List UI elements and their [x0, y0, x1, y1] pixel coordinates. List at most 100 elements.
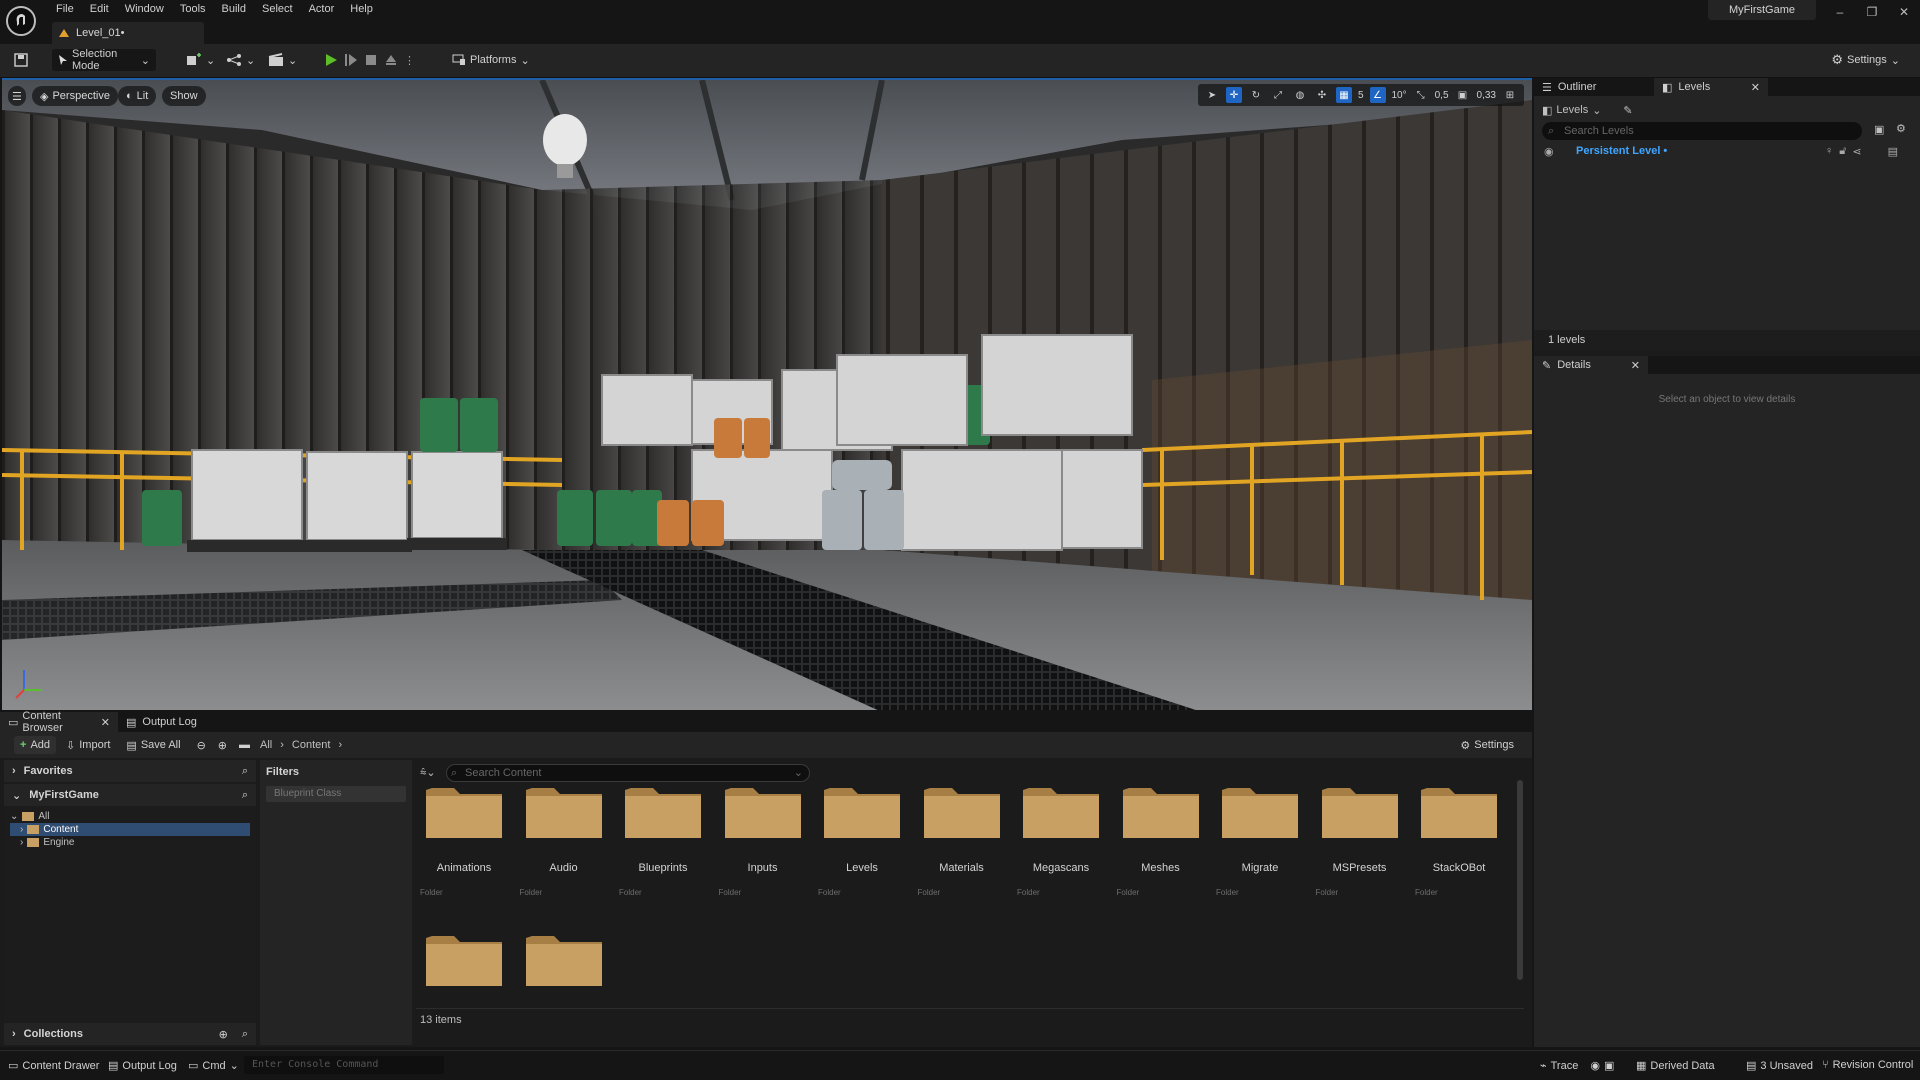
scrollbar[interactable]	[1517, 780, 1523, 980]
blueprint-button[interactable]: ⌄	[220, 49, 261, 71]
breadcrumb-all[interactable]: All	[260, 739, 272, 751]
tab-details[interactable]: ✎ Details ✕	[1534, 356, 1648, 374]
tree-item-engine[interactable]: › Engine	[10, 836, 256, 849]
folder-tile[interactable]: Audio Folder	[520, 782, 604, 902]
menu-actor[interactable]: Actor	[301, 0, 343, 18]
settings-button[interactable]: ⚙ Settings ⌄	[1825, 49, 1906, 71]
folder-icon[interactable]: ▬	[233, 736, 256, 754]
tree-item-content[interactable]: › Content	[10, 823, 250, 836]
close-icon[interactable]: ✕	[101, 716, 110, 729]
folder-tile[interactable]: MSPresets Folder	[1316, 782, 1400, 902]
unsaved-button[interactable]: ▤ 3 Unsaved	[1746, 1059, 1813, 1073]
lit-button[interactable]: ◐ Lit	[118, 86, 157, 106]
lock-icon[interactable]: 🔓︎	[1839, 145, 1846, 158]
folder-tile[interactable]: Animations Folder	[420, 782, 504, 902]
minimize-button[interactable]: –	[1824, 0, 1856, 24]
level-viewport[interactable]: ☰ ◈ Perspective ◐ Lit Show ➤ ✛ ↻ ⤢ ◍ ✣ ▦…	[2, 78, 1532, 710]
close-icon[interactable]: ✕	[1631, 359, 1640, 372]
folder-tile[interactable]: Levels Folder	[818, 782, 902, 902]
cb-settings-button[interactable]: ⚙ Settings	[1454, 736, 1520, 754]
tree-item-all[interactable]: ⌄ All	[10, 810, 256, 823]
close-button[interactable]: ✕	[1888, 0, 1920, 24]
output-log-button[interactable]: ▤ Output Log	[108, 1059, 177, 1073]
unreal-logo-icon[interactable]	[6, 6, 36, 36]
folder-tile[interactable]: Migrate Folder	[1216, 782, 1300, 902]
world-space-icon[interactable]: ◍	[1292, 87, 1308, 103]
move-tool-icon[interactable]: ✛	[1225, 87, 1242, 103]
cinematics-button[interactable]: ⌄	[262, 49, 303, 71]
folder-tile[interactable]: Blueprints Folder	[619, 782, 703, 902]
eye-icon[interactable]: ◉	[1544, 145, 1564, 158]
save-icon[interactable]: ▤	[1888, 145, 1898, 158]
step-icon[interactable]	[344, 53, 358, 67]
chevron-down-icon[interactable]: ⌄	[794, 765, 803, 781]
level-tab[interactable]: Level_01•	[52, 22, 204, 44]
favorites-header[interactable]: › Favorites ⌕	[4, 760, 256, 782]
levels-dropdown[interactable]: ◧ Levels ⌄	[1542, 104, 1601, 117]
rotation-snap-value[interactable]: 10°	[1392, 87, 1407, 103]
project-header[interactable]: ⌄ MyFirstGame ⌕	[4, 784, 256, 806]
folder-tile[interactable]: Inputs Folder	[719, 782, 803, 902]
close-icon[interactable]: ✕	[1751, 81, 1760, 94]
show-button[interactable]: Show	[162, 86, 206, 106]
scale-snap-value[interactable]: 0,5	[1435, 87, 1449, 103]
folder-tile[interactable]: Meshes Folder	[1117, 782, 1201, 902]
chevron-right-icon[interactable]: ›	[338, 739, 342, 751]
save-all-button[interactable]: ▤ Save All	[120, 736, 186, 754]
search-icon[interactable]: ⌕	[242, 1028, 248, 1041]
folder-tile[interactable]: Materials Folder	[918, 782, 1002, 902]
search-icon[interactable]: ⌕	[242, 765, 248, 778]
camera-speed-icon[interactable]: ▣	[1455, 87, 1471, 103]
folder-tile[interactable]: Megascans Folder	[1017, 782, 1101, 902]
menu-tools[interactable]: Tools	[172, 0, 214, 18]
console-input[interactable]: Enter Console Command	[244, 1056, 444, 1074]
search-icon[interactable]: ⌕	[242, 789, 248, 802]
collections-header[interactable]: › Collections ⊕ ⌕	[4, 1023, 256, 1045]
gear-icon[interactable]: ⚙	[1896, 122, 1906, 135]
save-icon[interactable]	[8, 49, 34, 71]
perspective-button[interactable]: ◈ Perspective	[32, 86, 118, 106]
content-drawer-button[interactable]: ▭ Content Drawer	[8, 1059, 99, 1073]
restore-button[interactable]: ❐	[1856, 0, 1888, 24]
more-options-icon[interactable]: ⋮	[404, 54, 415, 67]
history-back-icon[interactable]: ⊖	[191, 736, 212, 754]
layout-icon[interactable]: ⊞	[1502, 87, 1518, 103]
add-circle-icon[interactable]: ⊕	[219, 1028, 228, 1041]
import-button[interactable]: ⇩ Import	[60, 736, 116, 754]
revision-control-button[interactable]: ⑂ Revision Control	[1822, 1059, 1913, 1071]
trace-button[interactable]: ⌁ Trace ◉ ▣	[1540, 1059, 1614, 1073]
tab-outliner[interactable]: ☰ Outliner	[1534, 78, 1654, 96]
menu-build[interactable]: Build	[214, 0, 254, 18]
selection-mode-dropdown[interactable]: Selection Mode ⌄	[52, 48, 156, 72]
stop-icon[interactable]	[364, 53, 378, 67]
lightbulb-icon[interactable]: ♀	[1825, 145, 1833, 157]
content-search-input[interactable]: ⌕ Search Content ⌄	[446, 764, 810, 782]
eject-icon[interactable]	[384, 53, 398, 67]
rotate-tool-icon[interactable]: ↻	[1248, 87, 1264, 103]
record-icon[interactable]: ▣	[1604, 1059, 1614, 1072]
folder-tile[interactable]	[424, 930, 504, 1050]
folder-tile[interactable]: StackOBot Folder	[1415, 782, 1499, 902]
filter-chip-blueprint-class[interactable]: Blueprint Class	[266, 786, 406, 802]
scale-tool-icon[interactable]: ⤢	[1270, 87, 1286, 103]
pencil-icon[interactable]: ✎	[1623, 104, 1632, 117]
folder-tile[interactable]	[524, 930, 604, 1050]
add-button[interactable]: + Add	[14, 736, 57, 754]
grid-snap-icon[interactable]: ▦	[1335, 87, 1352, 103]
select-tool-icon[interactable]: ➤	[1204, 87, 1220, 103]
platforms-dropdown[interactable]: Platforms ⌄	[446, 49, 536, 71]
filter-icon[interactable]: ⩯⌄	[420, 766, 436, 780]
menu-window[interactable]: Window	[117, 0, 172, 18]
play-icon[interactable]	[324, 53, 338, 67]
rotation-snap-icon[interactable]: ∠	[1369, 87, 1386, 103]
grid-snap-value[interactable]: 5	[1358, 87, 1364, 103]
surface-snap-icon[interactable]: ✣	[1314, 87, 1330, 103]
persistent-level-row[interactable]: ◉ Persistent Level • ♀ 🔓︎ ⋖ ▤	[1534, 142, 1920, 160]
scale-snap-icon[interactable]: ⤡	[1413, 87, 1429, 103]
share-icon[interactable]: ⋖	[1852, 145, 1861, 158]
cmd-dropdown[interactable]: ▭ Cmd ⌄	[188, 1059, 239, 1073]
menu-file[interactable]: File	[48, 0, 82, 18]
tab-output-log[interactable]: ▤ Output Log	[118, 712, 205, 732]
levels-search-input[interactable]: ⌕ Search Levels	[1542, 122, 1862, 140]
add-actor-button[interactable]: ⌄	[180, 49, 221, 71]
